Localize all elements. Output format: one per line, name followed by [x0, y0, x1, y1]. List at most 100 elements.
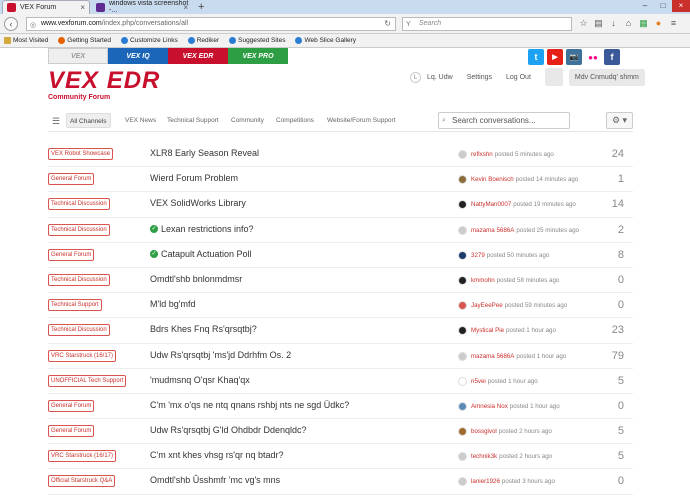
last-post-user[interactable]: reflxshn: [471, 151, 493, 158]
conversation-row[interactable]: Technical Support M'ld bg'mfd JayEeePee pos…: [48, 293, 633, 319]
channel-badge[interactable]: General Forum: [48, 173, 95, 186]
conversation-row[interactable]: General Forum Udw Rs'qrsqtbj G'ld Ohdbdr …: [48, 419, 633, 445]
last-post-user[interactable]: n5vei: [471, 378, 486, 385]
close-tab-icon[interactable]: ×: [80, 3, 85, 12]
channel-badge[interactable]: Technical Discussion: [48, 223, 110, 236]
last-post-user[interactable]: Mystical Pie: [471, 327, 504, 334]
last-post-user[interactable]: mazama 5686A: [471, 227, 514, 234]
instagram-icon[interactable]: 📷: [566, 49, 582, 65]
user-avatar-icon[interactable]: [458, 326, 467, 336]
conversation-title[interactable]: Omdtl'shb bnlonmdmsr: [150, 274, 242, 284]
tab-vex-forum[interactable]: VEX Forum ×: [2, 0, 90, 14]
last-post-user[interactable]: Amnesia Nox: [471, 403, 508, 410]
conversation-row[interactable]: Technical Discussion ✓ Lexan restrictions …: [48, 218, 633, 243]
conversation-row[interactable]: Official Starstruck Q&A Omdtl'shb Ûsshmfr…: [48, 469, 633, 495]
channel-community[interactable]: Community: [228, 113, 267, 128]
back-icon[interactable]: ‹: [4, 17, 18, 31]
conversation-title[interactable]: ✓ Catapult Actuation Poll: [150, 249, 252, 259]
conversation-title[interactable]: C'm 'mx o'qs ne ntq qnans rshbj nts ne s…: [150, 400, 349, 410]
last-post-user[interactable]: technik3k: [471, 453, 497, 460]
last-post-user[interactable]: kmmohn: [471, 277, 495, 284]
user-avatar-icon[interactable]: [458, 427, 467, 437]
youtube-icon[interactable]: ▶: [547, 49, 563, 65]
conversation-title[interactable]: VEX SolidWorks Library: [150, 198, 246, 208]
download-icon[interactable]: ↓: [608, 18, 619, 29]
conversation-title[interactable]: C'm xnt khes vhsg rs'qr nq btadr?: [150, 450, 284, 460]
channel-badge[interactable]: VEX Robot Showcase: [48, 148, 114, 160]
reload-icon[interactable]: ↻: [384, 18, 391, 30]
bookmark-customize-links[interactable]: Customize Links: [121, 37, 178, 44]
conversation-row[interactable]: General Forum C'm 'mx o'qs ne ntq qnans r…: [48, 394, 633, 420]
bookmark-getting-started[interactable]: Getting Started: [58, 37, 111, 44]
bookmark-suggested-sites[interactable]: Suggested Sites: [229, 37, 285, 44]
browser-search-field[interactable]: Y Search: [402, 17, 572, 31]
conversation-row[interactable]: VEX Robot Showcase XLR8 Early Season Reve…: [48, 142, 633, 168]
channel-badge[interactable]: Technical Discussion: [48, 198, 110, 211]
channel-badge[interactable]: VRC Starstruck (16/17): [48, 450, 117, 463]
username-link[interactable]: Lq. Udw: [427, 74, 453, 81]
user-avatar-icon[interactable]: [458, 175, 467, 185]
channel-website-forum-support[interactable]: Website/Forum Support: [324, 113, 399, 128]
vex-edr-logo[interactable]: VEX EDR Community Forum: [48, 67, 188, 103]
menu-icon[interactable]: ≡: [668, 18, 679, 29]
user-avatar-icon[interactable]: [458, 250, 467, 260]
star-icon[interactable]: ☆: [578, 18, 589, 29]
list-view-icon[interactable]: ☰: [52, 116, 60, 127]
conversation-title[interactable]: 'mudmsnq O'qsr Khaq'qx: [150, 375, 250, 385]
close-window-icon[interactable]: ×: [672, 0, 690, 12]
conversation-row[interactable]: General Forum ✓ Catapult Actuation Poll 327…: [48, 243, 633, 268]
channel-badge[interactable]: Technical Discussion: [48, 324, 110, 337]
bookmark-most-visited[interactable]: Most Visited: [4, 37, 48, 44]
tab-vista-search[interactable]: windows vista screenshot -... ×: [92, 0, 192, 14]
user-avatar-icon[interactable]: [458, 351, 467, 361]
channel-badge[interactable]: Technical Support: [48, 299, 102, 312]
conversation-title[interactable]: Omdtl'shb Ûsshmfr 'mc vg's mns: [150, 475, 280, 485]
channel-badge[interactable]: General Forum: [48, 399, 95, 412]
user-avatar-icon[interactable]: [458, 477, 467, 487]
user-avatar-icon[interactable]: [458, 150, 467, 159]
vex-nav-tab[interactable]: VEX: [48, 48, 108, 64]
conversation-row[interactable]: UNOFFICIAL Tech Support 'mudmsnq O'qsr Kh…: [48, 369, 633, 394]
channel-vex-news[interactable]: VEX News: [122, 113, 159, 128]
maximize-icon[interactable]: □: [654, 0, 672, 12]
last-post-user[interactable]: NattyMan0007: [471, 201, 511, 208]
channel-badge[interactable]: General Forum: [48, 248, 95, 261]
channel-badge[interactable]: UNOFFICIAL Tech Support: [48, 374, 127, 387]
conversation-title[interactable]: Udw Rs'qrsqtbj 'ms'jd Ddrhfm Os. 2: [150, 350, 291, 360]
conversation-row[interactable]: General Forum Wierd Forum Problem Kevin Bo…: [48, 167, 633, 193]
user-avatar-icon[interactable]: [458, 225, 467, 235]
conversation-title[interactable]: Bdrs Khes Fnq Rs'qrsqtbj?: [150, 324, 257, 334]
user-avatar[interactable]: L: [410, 71, 421, 83]
reader-icon[interactable]: ▤: [593, 18, 604, 29]
home-icon[interactable]: ⌂: [623, 18, 634, 29]
conversation-row[interactable]: Technical Discussion Bdrs Khes Fnq Rs'qrs…: [48, 318, 633, 344]
user-avatar-icon[interactable]: [458, 452, 467, 462]
new-tab-button[interactable]: +: [198, 0, 204, 14]
channel-badge[interactable]: Official Starstruck Q&A: [48, 475, 116, 488]
channel-badge[interactable]: Technical Discussion: [48, 273, 110, 286]
facebook-icon[interactable]: f: [604, 49, 620, 65]
notifications-icon[interactable]: [544, 68, 563, 86]
channel-technical-support[interactable]: Technical Support: [164, 113, 222, 128]
user-avatar-icon[interactable]: [458, 401, 467, 411]
minimize-icon[interactable]: –: [636, 0, 654, 12]
profile-button[interactable]: Mdv Cnmudq' shmm: [568, 68, 645, 86]
addon-orange-icon[interactable]: ●: [653, 18, 664, 29]
conversation-title[interactable]: M'ld bg'mfd: [150, 299, 195, 309]
channel-all[interactable]: All Channels: [66, 113, 111, 128]
channel-badge[interactable]: VRC Starstruck (16/17): [48, 349, 117, 362]
vex-pro-nav-tab[interactable]: VEX PRO: [228, 48, 288, 64]
settings-gear-icon[interactable]: ⚙ ▾: [606, 112, 633, 129]
last-post-user[interactable]: Kevin Boenisch: [471, 176, 514, 183]
settings-link[interactable]: Settings: [467, 74, 492, 81]
conversation-title[interactable]: Udw Rs'qrsqtbj G'ld Ohdbdr Ddenqldc?: [150, 425, 307, 435]
vex-edr-nav-tab[interactable]: VEX EDR: [168, 48, 228, 64]
last-post-user[interactable]: JayEeePee: [471, 302, 503, 309]
conversation-row[interactable]: VRC Starstruck (16/17) C'm xnt khes vhsg …: [48, 444, 633, 470]
logout-link[interactable]: Log Out: [506, 74, 531, 81]
last-post-user[interactable]: 3279: [471, 252, 485, 259]
vex-iq-nav-tab[interactable]: VEX IQ: [108, 48, 168, 64]
conversation-row[interactable]: Technical Discussion VEX SolidWorks Libra…: [48, 192, 633, 218]
conversation-title[interactable]: XLR8 Early Season Reveal: [150, 148, 259, 158]
user-avatar-icon[interactable]: [458, 376, 467, 386]
